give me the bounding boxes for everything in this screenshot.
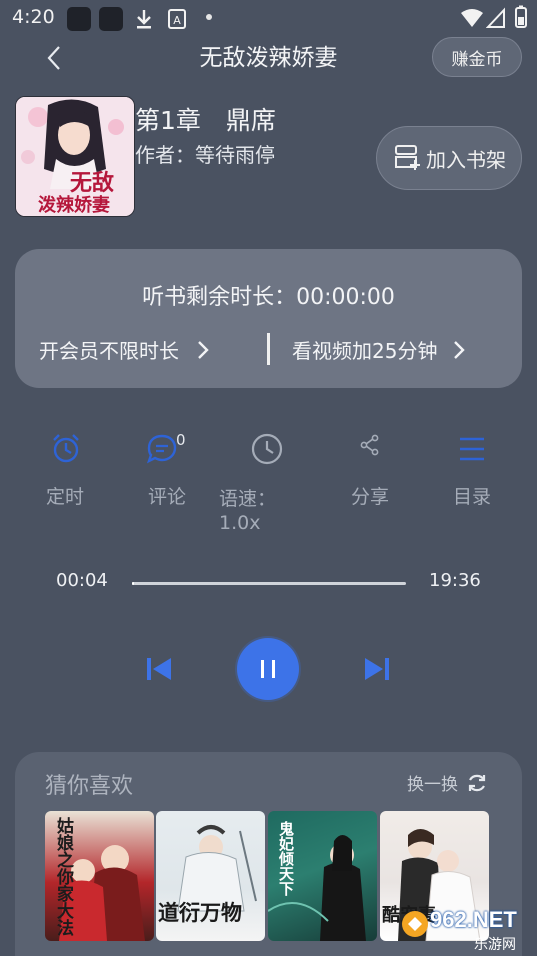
status-time: 4:20 xyxy=(12,6,55,28)
skip-back-icon xyxy=(147,658,151,680)
speed-label: 语速： xyxy=(219,488,277,510)
app-icon: A xyxy=(168,9,186,29)
progress-fill xyxy=(132,582,134,585)
book-cover[interactable]: 无敌 泼辣娇妻 xyxy=(15,96,135,217)
remaining-time: 听书剩余时长：00:00:00 xyxy=(142,285,395,310)
watermark-subtext: 乐游网 xyxy=(474,937,516,953)
watch-video-link[interactable]: 看视频加25分钟 xyxy=(292,335,466,364)
wifi-icon xyxy=(461,9,483,27)
video-link-label: 看视频加25分钟 xyxy=(292,339,438,363)
chapter-title: 第1章 鼎席 xyxy=(135,106,276,135)
skip-forward-icon xyxy=(365,658,383,680)
comment-icon xyxy=(146,434,177,464)
earn-coins-button[interactable]: 赚金币 xyxy=(432,37,522,77)
refresh-icon xyxy=(468,774,486,791)
refresh-label: 换一换 xyxy=(407,775,458,795)
recommendation-title: 猜你喜欢 xyxy=(45,774,134,799)
vip-unlimited-link[interactable]: 开会员不限时长 xyxy=(39,335,209,364)
book-title-art: 道衍万物 xyxy=(158,900,242,925)
progress-slider[interactable] xyxy=(132,582,406,585)
catalog-label: 目录 xyxy=(452,486,491,508)
shelf-label: 加入书架 xyxy=(426,147,506,172)
author-name: 作者：等待雨停 xyxy=(135,143,275,167)
pause-button[interactable] xyxy=(237,638,299,700)
book-title-art: 姑娘之你家大法 xyxy=(53,817,73,936)
status-bar: 4:20 A xyxy=(0,0,537,36)
book-title-art: 鬼妃倾天下 xyxy=(277,821,295,896)
back-button[interactable] xyxy=(40,42,68,74)
share-label: 分享 xyxy=(350,486,389,508)
comment-label: 评论 xyxy=(147,486,186,508)
signal-icon xyxy=(486,7,505,28)
timer-label: 定时 xyxy=(45,486,84,508)
refresh-button[interactable]: 换一换 xyxy=(407,770,488,795)
download-icon xyxy=(137,10,151,29)
pause-icon xyxy=(261,660,275,678)
speed-value: 1.0x xyxy=(219,512,261,534)
svg-text:A: A xyxy=(173,14,181,27)
total-time: 19:36 xyxy=(429,570,481,591)
chevron-right-icon xyxy=(198,340,209,359)
divider xyxy=(267,333,270,365)
battery-icon xyxy=(515,5,527,28)
chevron-right-icon xyxy=(454,340,466,359)
alarm-clock-icon xyxy=(53,434,79,463)
previous-button[interactable] xyxy=(144,654,174,684)
share-icon xyxy=(360,434,379,456)
watermark-text: 962.NET xyxy=(430,907,517,932)
listen-time-card: 听书剩余时长：00:00:00 开会员不限时长 看视频加25分钟 xyxy=(15,249,522,388)
current-time: 00:04 xyxy=(56,570,108,591)
recommended-book[interactable]: 姑娘之你家大法 xyxy=(45,811,154,941)
notification-icon xyxy=(67,7,91,31)
recommended-book[interactable]: 鬼妃倾天下 xyxy=(268,811,377,941)
vip-link-label: 开会员不限时长 xyxy=(39,339,179,363)
add-to-shelf-button[interactable]: 加入书架 xyxy=(376,126,522,190)
notification-icon xyxy=(99,7,123,31)
bookshelf-add-icon xyxy=(395,145,420,170)
clock-icon xyxy=(251,433,283,465)
recommended-book[interactable]: 道衍万物 xyxy=(156,811,265,941)
next-button[interactable] xyxy=(362,654,392,684)
comment-count: 0 xyxy=(176,431,186,449)
dot-icon xyxy=(206,14,212,20)
watermark-emblem xyxy=(402,911,428,937)
chevron-left-icon xyxy=(47,46,60,70)
cover-title: 泼辣娇妻 xyxy=(38,195,110,216)
list-icon xyxy=(460,437,484,461)
watermark-logo: 962.NET 乐游网 xyxy=(396,905,532,953)
